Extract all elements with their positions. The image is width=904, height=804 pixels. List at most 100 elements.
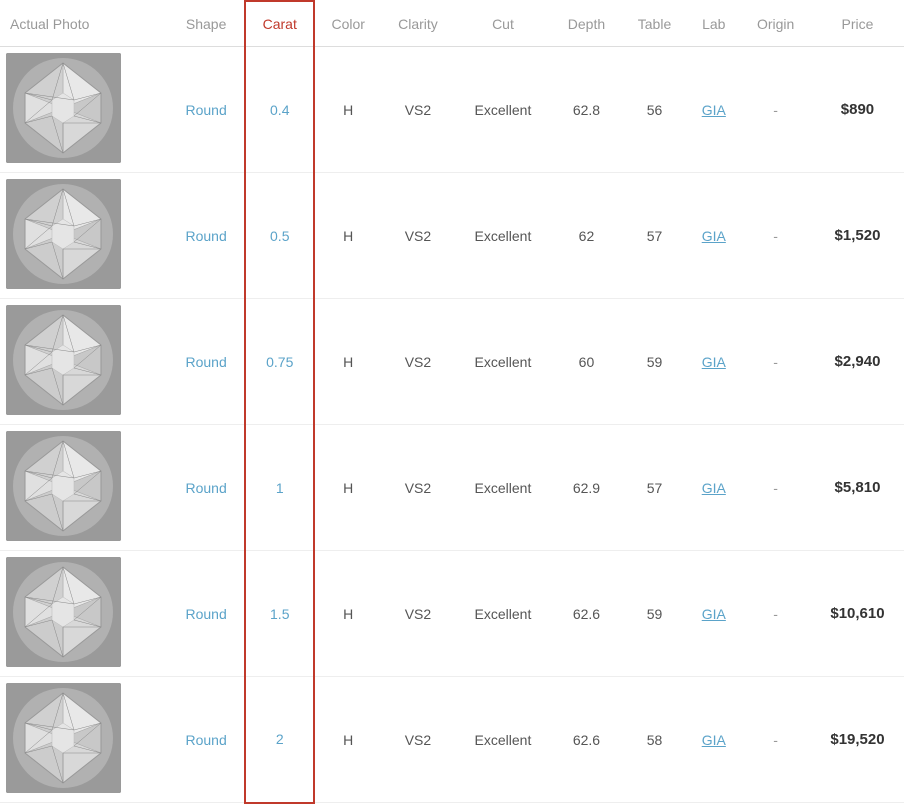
table-row: Round 2 H VS2 Excellent 62.6 58 GIA - $1… (0, 677, 904, 803)
col-header-color[interactable]: Color (314, 1, 381, 47)
color-cell: H (314, 425, 381, 551)
clarity-cell: VS2 (381, 47, 455, 173)
shape-cell: Round (168, 173, 245, 299)
diamond-image (6, 683, 121, 793)
cut-cell: Excellent (455, 47, 551, 173)
cut-cell: Excellent (455, 425, 551, 551)
lab-cell[interactable]: GIA (687, 551, 740, 677)
diamond-image (6, 557, 121, 667)
origin-cell: - (740, 425, 811, 551)
depth-cell: 62.8 (551, 47, 622, 173)
cut-cell: Excellent (455, 551, 551, 677)
diamond-image (6, 53, 121, 163)
table-row: Round 0.75 H VS2 Excellent 60 59 GIA - $… (0, 299, 904, 425)
col-header-lab[interactable]: Lab (687, 1, 740, 47)
col-header-clarity[interactable]: Clarity (381, 1, 455, 47)
clarity-cell: VS2 (381, 551, 455, 677)
carat-value: 2 (276, 731, 284, 747)
price-cell: $2,940 (811, 299, 904, 425)
col-header-table[interactable]: Table (622, 1, 687, 47)
table-val-cell: 56 (622, 47, 687, 173)
diamond-photo-cell[interactable] (0, 425, 168, 551)
col-header-shape[interactable]: Shape (168, 1, 245, 47)
diamond-image (6, 179, 121, 289)
carat-cell: 0.5 (245, 173, 314, 299)
diamond-photo-cell[interactable] (0, 299, 168, 425)
lab-link[interactable]: GIA (702, 228, 726, 244)
depth-cell: 62.9 (551, 425, 622, 551)
table-header-row: Actual Photo Shape Carat Color Clarity C… (0, 1, 904, 47)
col-header-cut[interactable]: Cut (455, 1, 551, 47)
origin-cell: - (740, 551, 811, 677)
col-header-price[interactable]: Price (811, 1, 904, 47)
carat-cell: 1 (245, 425, 314, 551)
cut-cell: Excellent (455, 677, 551, 803)
col-header-origin[interactable]: Origin (740, 1, 811, 47)
shape-cell: Round (168, 677, 245, 803)
origin-cell: - (740, 677, 811, 803)
origin-cell: - (740, 47, 811, 173)
origin-cell: - (740, 173, 811, 299)
carat-cell: 2 (245, 677, 314, 803)
carat-value: 1.5 (270, 606, 289, 622)
clarity-cell: VS2 (381, 677, 455, 803)
lab-link[interactable]: GIA (702, 480, 726, 496)
origin-cell: - (740, 299, 811, 425)
clarity-cell: VS2 (381, 173, 455, 299)
table-row: Round 0.4 H VS2 Excellent 62.8 56 GIA - … (0, 47, 904, 173)
price-cell: $10,610 (811, 551, 904, 677)
price-cell: $1,520 (811, 173, 904, 299)
lab-cell[interactable]: GIA (687, 425, 740, 551)
col-header-actual-photo: Actual Photo (0, 1, 168, 47)
col-header-depth[interactable]: Depth (551, 1, 622, 47)
carat-cell: 0.75 (245, 299, 314, 425)
table-val-cell: 59 (622, 551, 687, 677)
table-val-cell: 57 (622, 425, 687, 551)
shape-cell: Round (168, 47, 245, 173)
depth-cell: 60 (551, 299, 622, 425)
depth-cell: 62.6 (551, 677, 622, 803)
color-cell: H (314, 173, 381, 299)
lab-cell[interactable]: GIA (687, 677, 740, 803)
carat-value: 1 (276, 480, 284, 496)
carat-cell: 1.5 (245, 551, 314, 677)
shape-cell: Round (168, 551, 245, 677)
table-val-cell: 59 (622, 299, 687, 425)
color-cell: H (314, 677, 381, 803)
depth-cell: 62 (551, 173, 622, 299)
shape-cell: Round (168, 425, 245, 551)
price-cell: $890 (811, 47, 904, 173)
table-row: Round 0.5 H VS2 Excellent 62 57 GIA - $1… (0, 173, 904, 299)
diamond-photo-cell[interactable] (0, 677, 168, 803)
diamond-photo-cell[interactable] (0, 551, 168, 677)
lab-link[interactable]: GIA (702, 606, 726, 622)
depth-cell: 62.6 (551, 551, 622, 677)
cut-cell: Excellent (455, 173, 551, 299)
color-cell: H (314, 551, 381, 677)
price-cell: $19,520 (811, 677, 904, 803)
clarity-cell: VS2 (381, 299, 455, 425)
lab-cell[interactable]: GIA (687, 47, 740, 173)
color-cell: H (314, 299, 381, 425)
carat-value: 0.5 (270, 228, 289, 244)
lab-link[interactable]: GIA (702, 354, 726, 370)
table-val-cell: 58 (622, 677, 687, 803)
lab-cell[interactable]: GIA (687, 299, 740, 425)
cut-cell: Excellent (455, 299, 551, 425)
diamond-image (6, 305, 121, 415)
carat-value: 0.4 (270, 102, 289, 118)
lab-cell[interactable]: GIA (687, 173, 740, 299)
diamond-photo-cell[interactable] (0, 173, 168, 299)
price-cell: $5,810 (811, 425, 904, 551)
table-row: Round 1.5 H VS2 Excellent 62.6 59 GIA - … (0, 551, 904, 677)
clarity-cell: VS2 (381, 425, 455, 551)
shape-cell: Round (168, 299, 245, 425)
diamond-photo-cell[interactable] (0, 47, 168, 173)
lab-link[interactable]: GIA (702, 732, 726, 748)
diamond-table: Actual Photo Shape Carat Color Clarity C… (0, 0, 904, 804)
table-row: Round 1 H VS2 Excellent 62.9 57 GIA - $5… (0, 425, 904, 551)
col-header-carat[interactable]: Carat (245, 1, 314, 47)
diamond-image (6, 431, 121, 541)
lab-link[interactable]: GIA (702, 102, 726, 118)
color-cell: H (314, 47, 381, 173)
